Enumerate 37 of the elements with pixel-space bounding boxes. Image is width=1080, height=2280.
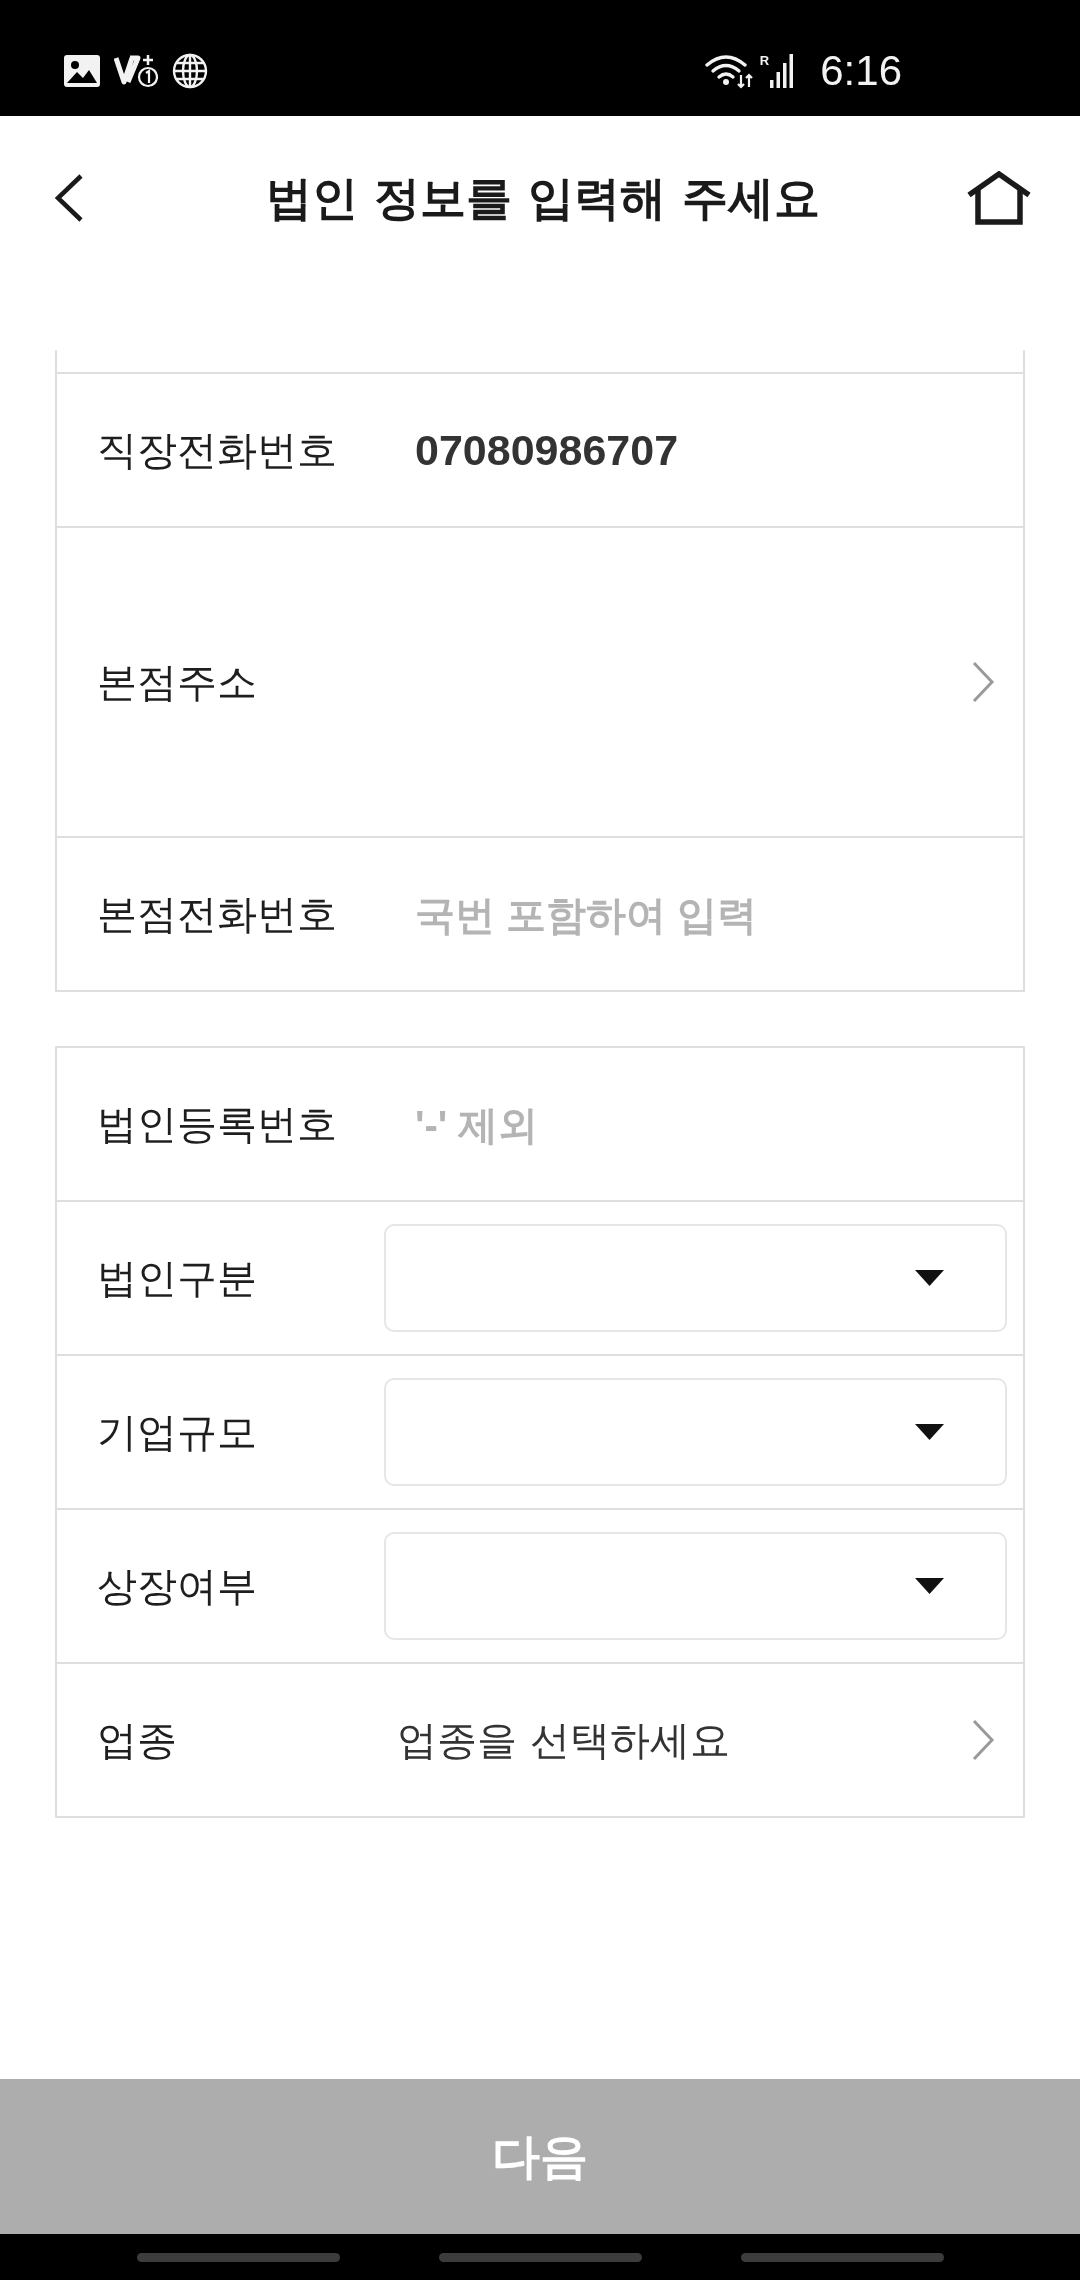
back-icon xyxy=(54,173,84,223)
wifi-icon xyxy=(703,53,754,89)
home-button[interactable] xyxy=(966,171,1032,225)
home-icon xyxy=(966,171,1032,225)
nav-gesture-hint[interactable] xyxy=(136,2252,340,2262)
field-label: 본점전화번호 xyxy=(97,890,338,939)
dropdown-field[interactable] xyxy=(384,1532,1007,1640)
field-label: 직장전화번호 xyxy=(97,426,338,475)
caret-icon xyxy=(915,1270,944,1286)
page-title: 법인 정보를 입력해 주세요 xyxy=(265,170,820,227)
open-button[interactable] xyxy=(971,661,995,703)
dropdown-field[interactable] xyxy=(384,1378,1007,1486)
field-label: 본점주소 xyxy=(97,658,258,707)
image-icon xyxy=(64,55,100,87)
chevron-right-icon xyxy=(971,661,995,703)
selection-text: 업종을 선택하세요 xyxy=(397,1716,730,1765)
dropdown-field[interactable] xyxy=(384,1224,1007,1332)
nav-gesture-hint[interactable] xyxy=(438,2252,642,2262)
field-label: 기업규모 xyxy=(97,1408,258,1457)
caret-icon xyxy=(915,1424,944,1440)
globe-icon xyxy=(172,53,208,89)
field-label: 업종 xyxy=(97,1716,178,1765)
chevron-right-icon xyxy=(971,1719,995,1761)
clock-time: 6:16 xyxy=(820,47,902,95)
input-field[interactable]: 07080986707 xyxy=(415,420,993,480)
field-label: 법인등록번호 xyxy=(97,1100,338,1149)
signal-icon xyxy=(770,54,795,88)
open-button[interactable] xyxy=(971,1719,995,1761)
caret-icon xyxy=(915,1578,944,1594)
volte-icon xyxy=(114,54,158,88)
input-field[interactable]: '-' 제외 xyxy=(415,1094,993,1154)
back-button[interactable] xyxy=(54,173,84,223)
field-label: 상장여부 xyxy=(97,1562,258,1611)
roaming-indicator: R xyxy=(759,54,770,67)
field-label: 법인구분 xyxy=(97,1254,258,1303)
nav-gesture-hint[interactable] xyxy=(740,2252,944,2262)
input-field[interactable]: 국번 포함하여 입력 xyxy=(415,884,993,944)
